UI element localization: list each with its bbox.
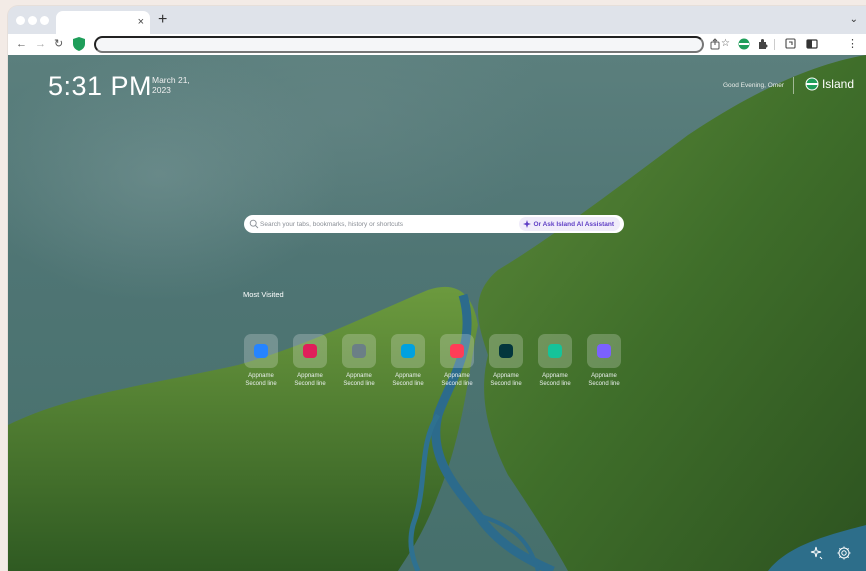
- tile-name: Appname: [395, 373, 421, 379]
- most-visited-title: Most Visited: [243, 290, 284, 299]
- zendesk-icon: [489, 334, 523, 368]
- tile-name: Appname: [248, 373, 274, 379]
- customize-sparkle-icon[interactable]: [808, 545, 824, 561]
- tab-new-tab[interactable]: ×: [56, 11, 150, 34]
- tile-subtitle: Second line: [245, 381, 277, 387]
- bookmark-star-icon[interactable]: ☆: [721, 37, 735, 51]
- grammarly-icon: [538, 334, 572, 368]
- ai-assistant-label: Or Ask Island AI Assistant: [533, 220, 614, 228]
- tab-list-chevron-icon[interactable]: ⌄: [850, 14, 858, 25]
- tile-subtitle: Second line: [588, 381, 620, 387]
- tile-name: Appname: [444, 373, 470, 379]
- back-button[interactable]: ←: [16, 37, 27, 51]
- generic-app-icon-glyph: [352, 344, 366, 358]
- island-extension-icon[interactable]: [737, 37, 751, 51]
- chat-bubble-icon-glyph: [597, 344, 611, 358]
- most-visited-tile[interactable]: Appname Second line: [433, 334, 481, 388]
- chat-bubble-icon: [587, 334, 621, 368]
- browser-window: × + ⌄ ← → ↻ ☆ ⋮ 5:31 PM March 21, 2023 G…: [8, 6, 866, 571]
- tile-name: Appname: [493, 373, 519, 379]
- tile-name: Appname: [297, 373, 323, 379]
- most-visited-tile[interactable]: Appname Second line: [286, 334, 334, 388]
- tab-strip: × + ⌄: [8, 6, 866, 34]
- island-logo-icon: [805, 77, 819, 91]
- tile-name: Appname: [542, 373, 568, 379]
- tile-subtitle: Second line: [441, 381, 473, 387]
- sparkle-icon: [523, 220, 532, 228]
- tile-name: Appname: [591, 373, 617, 379]
- tile-subtitle: Second line: [539, 381, 571, 387]
- share-icon[interactable]: [708, 37, 722, 51]
- greeting: Good Evening, Omer: [722, 82, 784, 89]
- reload-button[interactable]: ↻: [54, 37, 63, 51]
- tile-subtitle: Second line: [490, 381, 522, 387]
- header-divider: [793, 77, 794, 94]
- new-tab-page: 5:31 PM March 21, 2023 Good Evening, Ome…: [8, 55, 866, 571]
- puzzle-extension-icon[interactable]: [756, 37, 770, 51]
- tab-search-icon[interactable]: [784, 37, 798, 51]
- search-input[interactable]: [260, 217, 520, 231]
- browser-toolbar: ← → ↻ ☆ ⋮: [8, 34, 866, 55]
- date: March 21, 2023: [152, 75, 190, 95]
- salesforce-icon-glyph: [401, 344, 415, 358]
- most-visited-tile[interactable]: Appname Second line: [335, 334, 383, 388]
- slack-icon-glyph: [303, 344, 317, 358]
- maximize-window-dot[interactable]: [40, 16, 49, 25]
- jira-icon: [244, 334, 278, 368]
- most-visited-tile[interactable]: Appname Second line: [482, 334, 530, 388]
- brand-name: Island: [821, 77, 854, 91]
- grammarly-icon-glyph: [548, 344, 562, 358]
- close-window-dot[interactable]: [16, 16, 25, 25]
- zendesk-icon-glyph: [499, 344, 513, 358]
- settings-gear-icon[interactable]: [836, 545, 852, 561]
- kebab-menu-icon[interactable]: ⋮: [847, 37, 861, 51]
- search-bar: Or Ask Island AI Assistant: [244, 215, 624, 233]
- ai-assistant-button[interactable]: Or Ask Island AI Assistant: [519, 217, 620, 231]
- minimize-window-dot[interactable]: [28, 16, 37, 25]
- sidebar-icon[interactable]: [805, 37, 819, 51]
- new-tab-button[interactable]: +: [158, 11, 167, 29]
- tile-subtitle: Second line: [343, 381, 375, 387]
- date-year: 2023: [152, 85, 171, 95]
- island-shield-icon[interactable]: [73, 37, 85, 51]
- forward-button[interactable]: →: [35, 37, 46, 51]
- tile-name: Appname: [346, 373, 372, 379]
- salesforce-icon: [391, 334, 425, 368]
- landscape-wallpaper: [8, 55, 866, 571]
- jira-icon-glyph: [254, 344, 268, 358]
- tile-subtitle: Second line: [294, 381, 326, 387]
- search-icon: [249, 219, 259, 229]
- most-visited-tile[interactable]: Appname Second line: [531, 334, 579, 388]
- date-month-day: March 21,: [152, 75, 190, 85]
- most-visited-tile[interactable]: Appname Second line: [237, 334, 285, 388]
- monday-icon-glyph: [450, 344, 464, 358]
- tile-subtitle: Second line: [392, 381, 424, 387]
- island-logo: Island: [805, 77, 854, 91]
- most-visited-tile[interactable]: Appname Second line: [580, 334, 628, 388]
- close-tab-icon[interactable]: ×: [138, 15, 144, 29]
- toolbar-divider: [774, 39, 775, 50]
- most-visited-tile[interactable]: Appname Second line: [384, 334, 432, 388]
- clock: 5:31 PM: [48, 71, 153, 101]
- monday-icon: [440, 334, 474, 368]
- slack-icon: [293, 334, 327, 368]
- generic-app-icon: [342, 334, 376, 368]
- address-bar[interactable]: [94, 36, 704, 53]
